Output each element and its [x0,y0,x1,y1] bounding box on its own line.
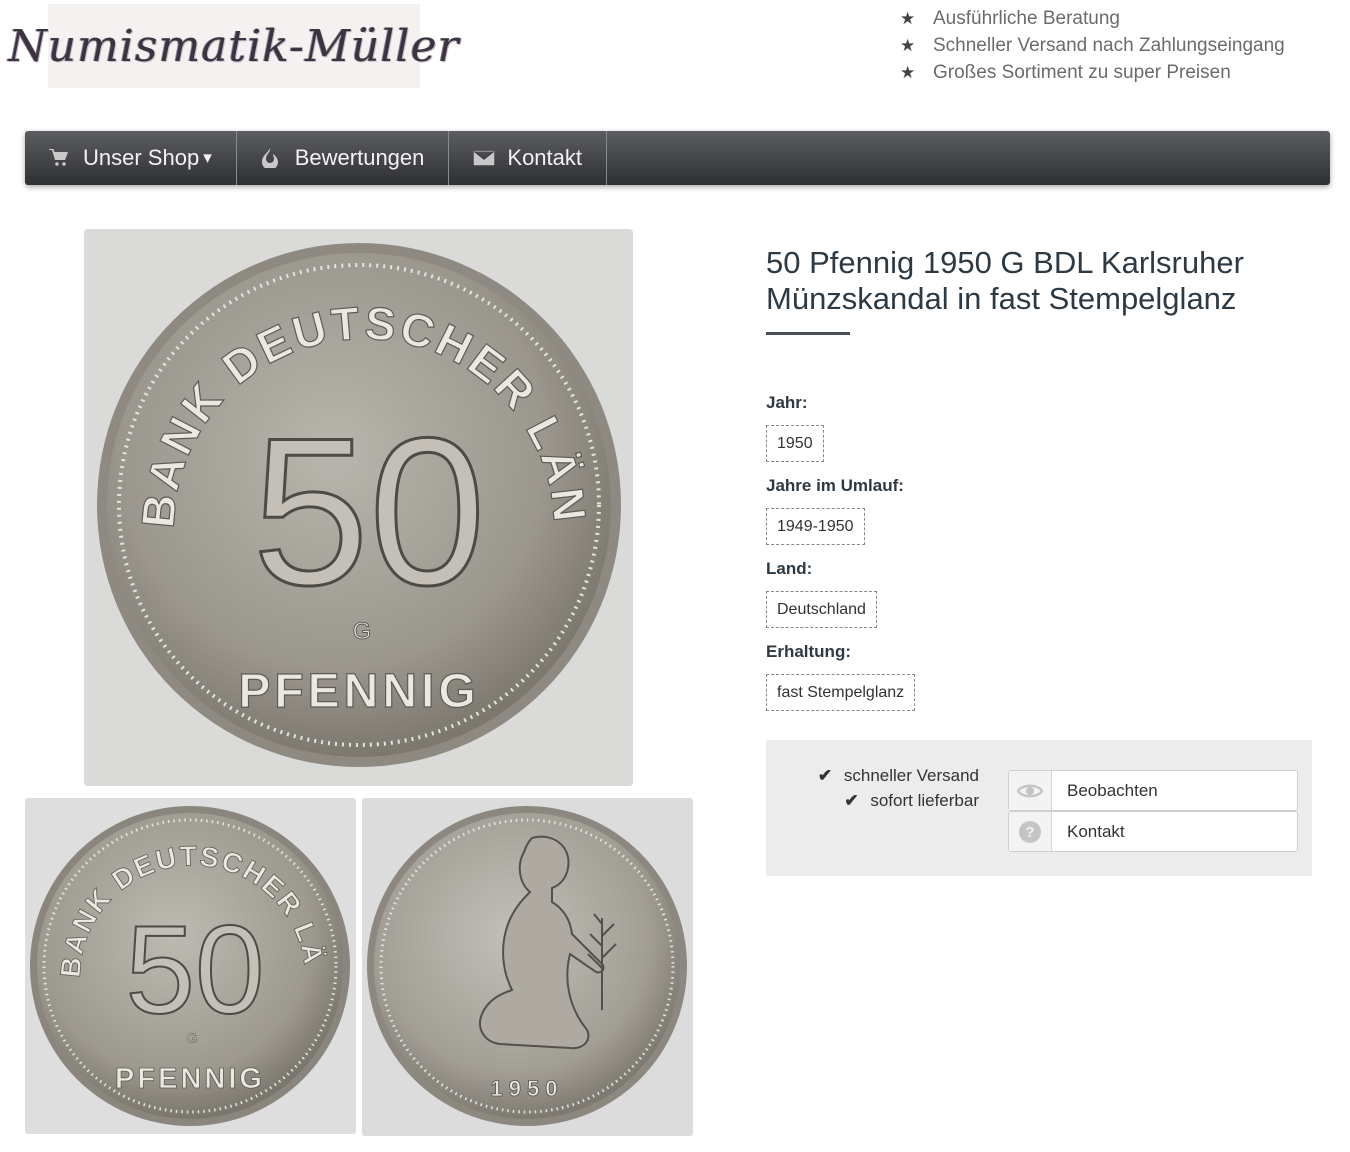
attr-value-year: 1950 [766,425,824,462]
nav-label-shop: Unser Shop [83,145,200,170]
thumb-value: 50 [125,901,264,1040]
action-panel: ✔ schneller Versand ✔ sofort lieferbar Beo… [766,740,1312,876]
feature-item: ✔ sofort lieferbar [844,791,979,810]
nav-label-reviews: Bewertungen [294,145,425,170]
question-icon: ? [1009,812,1052,851]
coin-value: 50 [252,394,486,629]
product-title: 50 Pfennig 1950 G BDL Karlsruher Münzska… [766,245,1244,316]
attr-label-circulation: Jahre im Umlauf: [766,476,904,495]
watch-button[interactable]: Beobachten [1008,770,1298,811]
thumb-legend-bottom: PFENNIG [115,1063,265,1095]
nav-label-contact: Kontakt [507,145,582,170]
star-icon: ★ [900,62,916,82]
attr-value-circulation: 1949-1950 [766,508,865,545]
product-thumb-reverse[interactable]: 1950 [362,798,693,1136]
flame-icon [261,148,295,168]
cart-icon [49,149,83,167]
contact-button-label: Kontakt [1067,821,1125,841]
shop-logo[interactable]: Numismatik-Müller [8,4,459,88]
coin-obverse-thumb: BANK DEUTSCHER LÄNDER 50 G PFENNIG [25,798,356,1134]
usp-item: ★ Großes Sortiment zu super Preisen [900,61,1231,83]
eye-icon [1009,771,1052,810]
coin-mint-mark: G [353,618,372,645]
usp-item: ★ Schneller Versand nach Zahlungseingang [900,34,1285,56]
coin-reverse-thumb: 1950 [362,798,693,1136]
feature-item: ✔ schneller Versand [817,766,979,785]
product-thumb-obverse[interactable]: BANK DEUTSCHER LÄNDER 50 G PFENNIG [25,798,356,1134]
contact-button[interactable]: ? Kontakt [1008,811,1298,852]
envelope-icon [473,150,507,166]
attr-label-year: Jahr: [766,393,808,412]
svg-text:?: ? [1025,824,1034,841]
star-icon: ★ [900,35,916,55]
nav-item-contact[interactable]: Kontakt [449,131,607,185]
nav-item-shop[interactable]: Unser Shop ▾ [25,131,237,185]
checkmark-icon: ✔ [817,766,833,785]
watch-button-label: Beobachten [1067,780,1158,800]
coin-legend-bottom: PFENNIG [238,665,479,718]
chevron-down-icon: ▾ [203,148,212,167]
usp-list: ★ Ausführliche Beratung ★ Schneller Versan… [900,5,1285,86]
attr-value-condition: fast Stempelglanz [766,674,916,711]
usp-item: ★ Ausführliche Beratung [900,7,1120,29]
title-divider [766,332,850,335]
coin-reverse-year: 1950 [491,1076,564,1101]
logo-text: Numismatik-Müller [8,20,460,72]
star-icon: ★ [900,8,916,28]
feature-list: ✔ schneller Versand ✔ sofort lieferbar [818,766,979,816]
nav-item-reviews[interactable]: Bewertungen [237,131,450,185]
attr-label-condition: Erhaltung: [766,642,851,661]
attr-label-country: Land: [766,559,813,578]
main-nav: Unser Shop ▾ Bewertungen Kontakt [25,131,1330,185]
thumb-mint-mark: G [187,1030,198,1046]
coin-obverse-large: BANK DEUTSCHER LÄNDER 50 G PFENNIG [84,229,633,786]
checkmark-icon: ✔ [844,791,859,810]
attr-value-country: Deutschland [766,591,877,628]
product-image-main[interactable]: BANK DEUTSCHER LÄNDER 50 G PFENNIG [84,229,633,786]
